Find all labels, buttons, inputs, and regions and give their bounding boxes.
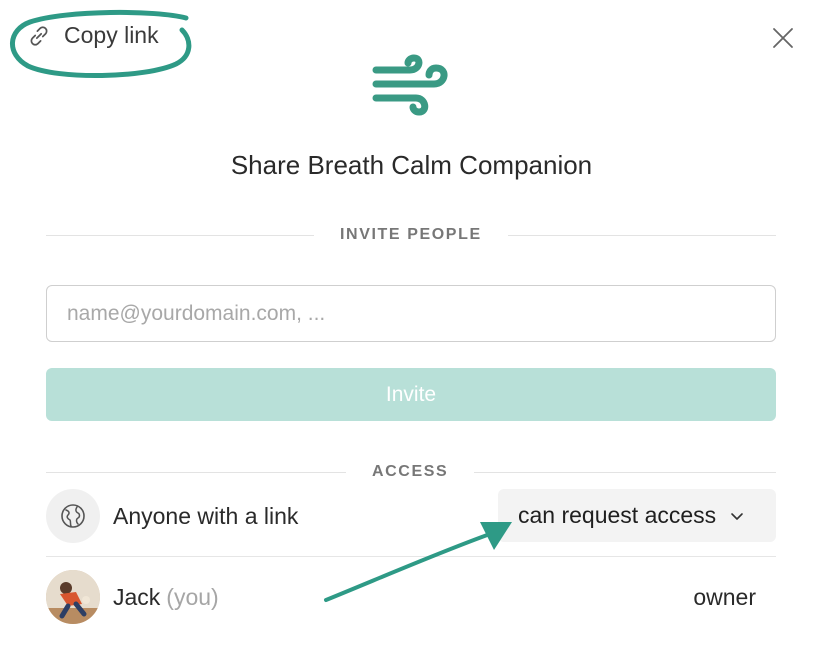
chevron-down-icon bbox=[731, 512, 743, 520]
link-access-label: Anyone with a link bbox=[113, 503, 299, 529]
access-permission-value: can request access bbox=[518, 502, 717, 528]
close-icon[interactable] bbox=[770, 25, 796, 51]
divider-line bbox=[46, 471, 346, 473]
copy-link-label: Copy link bbox=[64, 22, 159, 48]
globe-icon-badge bbox=[46, 489, 100, 543]
avatar-image bbox=[46, 570, 100, 624]
row-divider bbox=[46, 556, 776, 557]
globe-icon bbox=[61, 504, 85, 528]
divider-line bbox=[46, 234, 314, 236]
avatar bbox=[46, 570, 100, 624]
invite-section-divider: INVITE PEOPLE bbox=[46, 225, 776, 245]
dialog-title: Share Breath Calm Companion bbox=[230, 150, 593, 180]
copy-link-button[interactable]: Copy link bbox=[26, 22, 159, 49]
email-input[interactable] bbox=[46, 285, 776, 342]
divider-line bbox=[507, 234, 776, 236]
member-role: owner bbox=[693, 584, 756, 610]
invite-section-label: INVITE PEOPLE bbox=[340, 226, 482, 243]
member-row: Jack (you) owner bbox=[46, 570, 776, 624]
member-you-label: (you) bbox=[166, 584, 219, 610]
link-icon bbox=[30, 25, 48, 46]
invite-button[interactable]: Invite bbox=[46, 368, 776, 421]
access-section-divider: ACCESS bbox=[46, 462, 776, 482]
divider-line bbox=[474, 471, 776, 473]
member-name: Jack (you) bbox=[113, 584, 219, 610]
access-section-label: ACCESS bbox=[372, 463, 449, 480]
access-permission-dropdown[interactable]: can request access bbox=[498, 489, 776, 542]
wind-icon bbox=[372, 54, 448, 116]
link-access-row: Anyone with a link can request access bbox=[46, 488, 776, 544]
